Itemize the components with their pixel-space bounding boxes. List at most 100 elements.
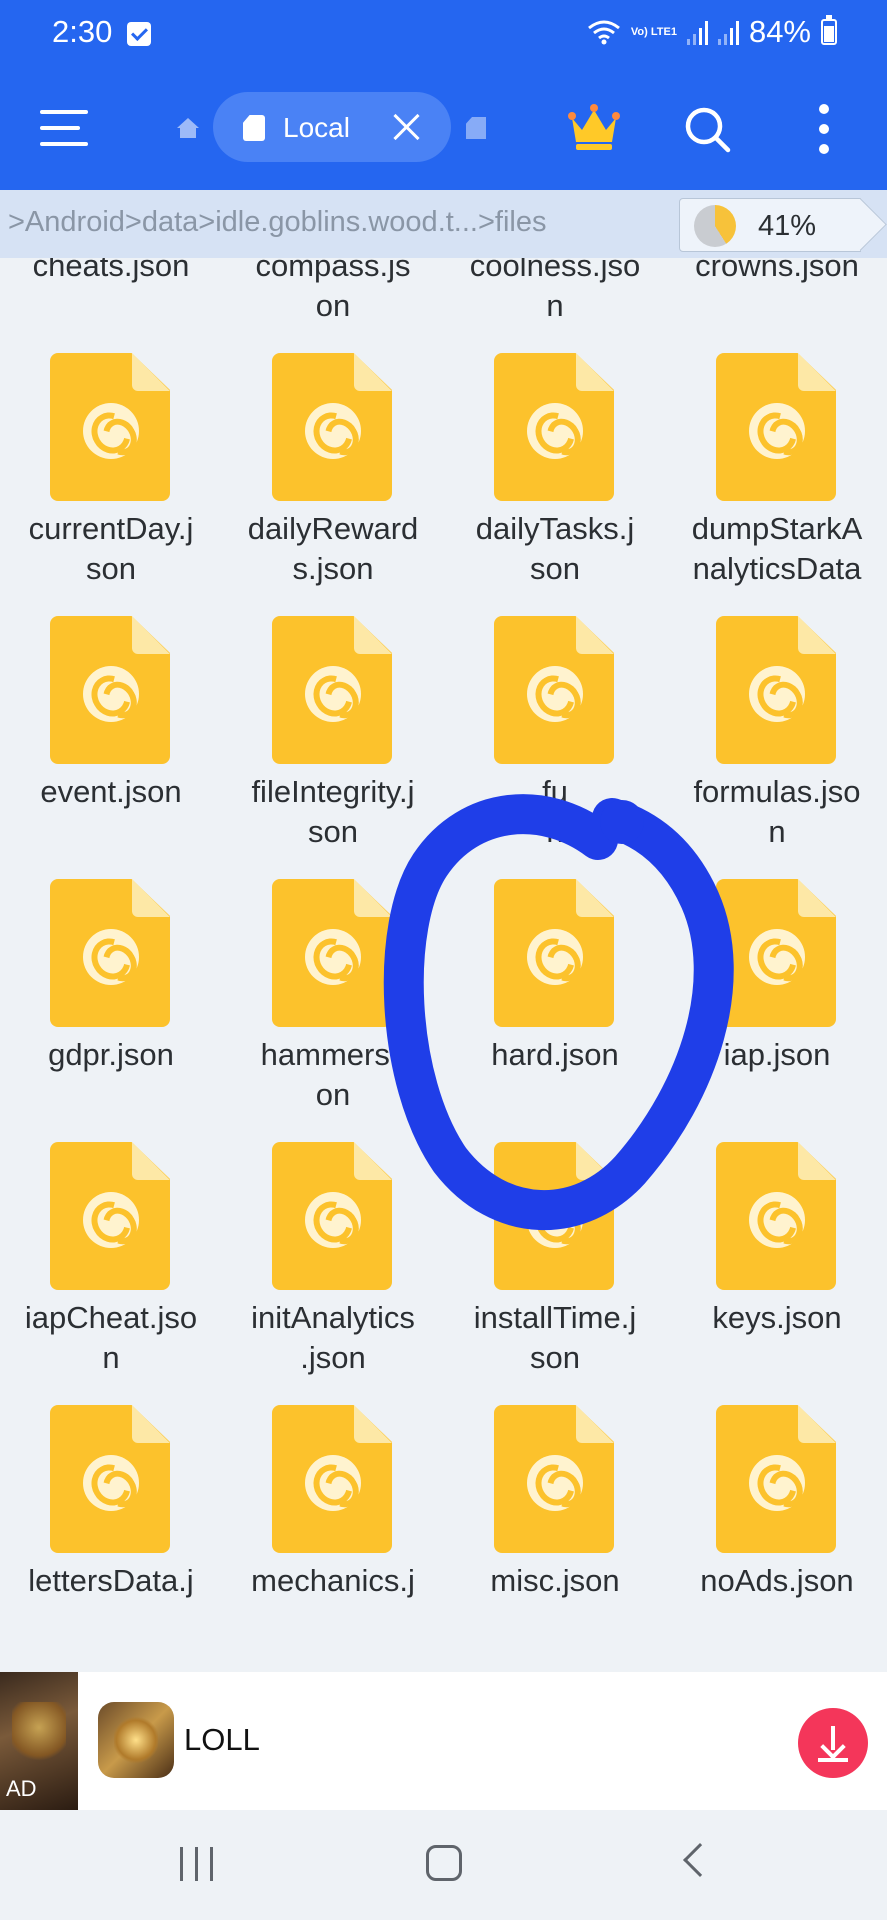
json-file-icon (50, 1405, 170, 1553)
file-name: formulas.jso n (693, 774, 861, 849)
file-name: gdpr.json (48, 1037, 174, 1072)
json-file-icon (716, 1142, 836, 1290)
ad-thumbnail[interactable]: AD (0, 1672, 78, 1810)
json-file-icon (50, 1142, 170, 1290)
file-name: installTime.j son (473, 1300, 637, 1375)
file-item[interactable]: dailyReward s.json (222, 341, 444, 603)
file-item[interactable]: misc.json (444, 1393, 666, 1655)
file-item[interactable]: installTime.j son (444, 1130, 666, 1392)
json-file-icon (50, 353, 170, 501)
file-name: fu n (542, 774, 568, 849)
file-item[interactable]: currentDay.j son (0, 341, 222, 603)
tab-label: Local (283, 112, 350, 143)
app-bar: Local (0, 70, 887, 190)
file-item[interactable]: keys.json (666, 1130, 887, 1392)
tab-local[interactable]: Local (213, 92, 451, 162)
json-file-icon (272, 879, 392, 1027)
file-grid: cheats.json compass.js on coolness.jso n crow… (0, 258, 887, 1672)
file-name: iapCheat.jso n (24, 1300, 198, 1375)
file-name: cheats.json (32, 258, 190, 283)
file-item[interactable]: lettersData.j (0, 1393, 222, 1655)
search-icon[interactable] (682, 104, 732, 154)
file-name: noAds.json (700, 1563, 854, 1598)
json-file-icon (272, 1405, 392, 1553)
file-item[interactable]: hard.json (444, 867, 666, 1129)
file-item[interactable]: initAnalytics .json (222, 1130, 444, 1392)
file-name: misc.json (490, 1563, 620, 1598)
recents-icon[interactable] (180, 1847, 216, 1881)
file-item[interactable]: formulas.jso n (666, 604, 887, 866)
file-item[interactable]: fu n (444, 604, 666, 866)
json-file-icon (716, 1405, 836, 1553)
file-name: dailyReward s.json (247, 511, 419, 586)
checkbox-notification-icon (127, 22, 151, 46)
storage-pie-icon (694, 205, 736, 247)
json-file-icon (716, 616, 836, 764)
json-file-icon (716, 353, 836, 501)
home-icon[interactable] (426, 1845, 462, 1881)
file-name: crowns.json (695, 258, 859, 283)
json-file-icon (494, 879, 614, 1027)
status-indicators: Vo) LTE1 84% (587, 14, 837, 50)
system-nav-bar (0, 1810, 887, 1920)
file-item[interactable]: dailyTasks.j son (444, 341, 666, 603)
ad-app-icon[interactable] (98, 1702, 174, 1778)
back-icon[interactable] (683, 1843, 717, 1877)
ad-title[interactable]: LOLL (184, 1722, 260, 1758)
storage-indicator[interactable]: 41% (679, 198, 861, 252)
file-item[interactable]: dumpStarkA nalyticsData (666, 341, 887, 603)
signal-1-icon (686, 19, 708, 45)
file-name: lettersData.j (28, 1563, 194, 1598)
file-item[interactable]: iapCheat.jso n (0, 1130, 222, 1392)
signal-2-icon (717, 19, 739, 45)
json-file-icon (272, 1142, 392, 1290)
file-item[interactable]: iap.json (666, 867, 887, 1129)
file-item[interactable]: event.json (0, 604, 222, 866)
more-options-icon[interactable] (812, 104, 836, 154)
file-name: dailyTasks.j son (475, 511, 635, 586)
file-name: keys.json (712, 1300, 842, 1335)
close-icon[interactable] (391, 112, 421, 142)
file-name: currentDay.j son (28, 511, 194, 586)
json-file-icon (494, 616, 614, 764)
menu-icon[interactable] (40, 108, 88, 148)
path-bar: >Android>data>idle.goblins.wood.t...>fil… (0, 190, 887, 258)
download-icon[interactable] (798, 1708, 868, 1778)
ad-banner[interactable]: AD LOLL (0, 1672, 887, 1810)
file-name: hammers.j on (260, 1037, 406, 1112)
battery-icon (821, 15, 837, 45)
file-name: iap.json (723, 1037, 831, 1072)
json-file-icon (716, 879, 836, 1027)
file-name: compass.js on (255, 258, 411, 323)
file-name: coolness.jso n (469, 258, 641, 323)
file-item[interactable]: crowns.json (666, 258, 887, 340)
file-name: event.json (40, 774, 182, 809)
file-name: mechanics.j (251, 1563, 415, 1598)
file-name: fileIntegrity.j son (251, 774, 415, 849)
json-file-icon (494, 1142, 614, 1290)
json-file-icon (50, 616, 170, 764)
wifi-icon (587, 20, 620, 45)
json-file-icon (50, 879, 170, 1027)
file-item[interactable]: gdpr.json (0, 867, 222, 1129)
breadcrumb[interactable]: >Android>data>idle.goblins.wood.t...>fil… (8, 206, 546, 239)
file-item[interactable]: noAds.json (666, 1393, 887, 1655)
battery-percent: 84% (748, 14, 811, 49)
status-bar: 2:30 Vo) LTE1 84% (0, 0, 887, 70)
file-item[interactable]: compass.js on (222, 258, 444, 340)
document-icon (243, 115, 265, 141)
file-item[interactable]: cheats.json (0, 258, 222, 340)
file-item[interactable]: coolness.jso n (444, 258, 666, 340)
crown-icon[interactable] (566, 100, 622, 154)
storage-percent: 41% (758, 210, 817, 242)
home-tab-icon[interactable] (176, 116, 200, 140)
file-item[interactable]: fileIntegrity.j son (222, 604, 444, 866)
document-tab-icon[interactable] (466, 117, 486, 139)
file-item[interactable]: hammers.j on (222, 867, 444, 1129)
json-file-icon (272, 353, 392, 501)
json-file-icon (272, 616, 392, 764)
network-label: Vo) LTE1 (630, 25, 677, 38)
json-file-icon (494, 353, 614, 501)
ad-tag: AD (6, 1776, 37, 1801)
file-item[interactable]: mechanics.j (222, 1393, 444, 1655)
